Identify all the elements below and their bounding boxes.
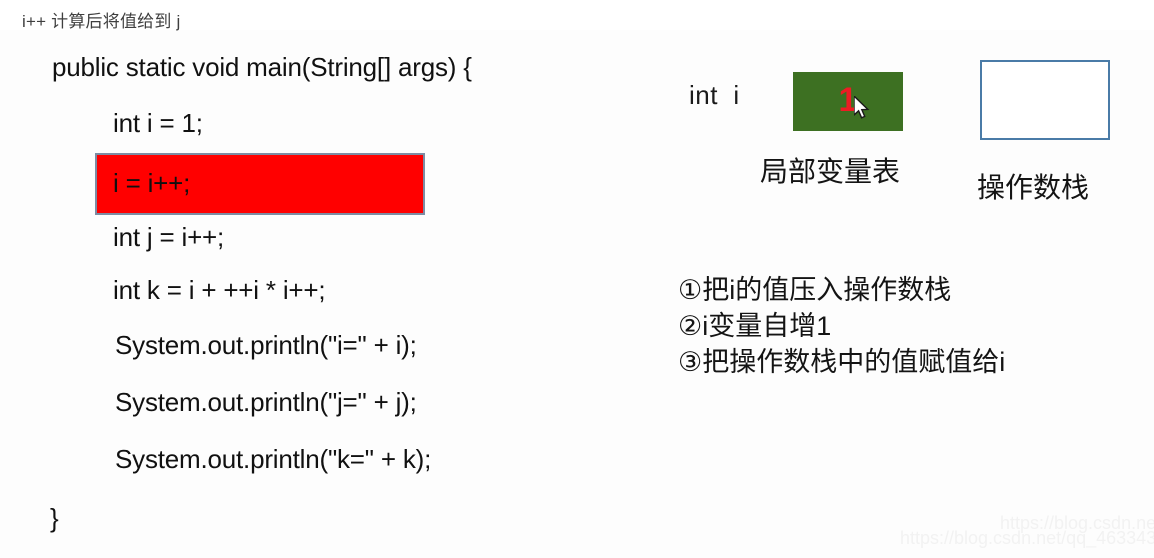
operand-stack-caption: 操作数栈 bbox=[977, 172, 1090, 203]
highlighted-statement-text: i = i++; bbox=[113, 168, 191, 198]
watermark-secondary: https://blog.csdn.net/qq_4 bbox=[1000, 513, 1154, 533]
code-line-print-j: System.out.println("j=" + j); bbox=[115, 387, 417, 417]
local-variable-table-caption: 局部变量表 bbox=[760, 156, 901, 187]
local-variable-value: 1 bbox=[838, 81, 858, 119]
code-line-print-i: System.out.println("i=" + i); bbox=[115, 330, 417, 360]
code-panel: public static void main(String[] args) {… bbox=[0, 0, 660, 558]
execution-steps-list: ①把i的值压入操作数栈 ②i变量自增1 ③把操作数栈中的值赋值给i bbox=[678, 272, 1005, 380]
code-line-signature: public static void main(String[] args) { bbox=[52, 52, 472, 82]
code-line-print-k: System.out.println("k=" + k); bbox=[115, 444, 432, 474]
code-line-declare-i: int i = 1; bbox=[113, 108, 203, 138]
code-line-declare-k: int k = i + ++i * i++; bbox=[113, 275, 326, 305]
memory-diagram-panel: int i 1 局部变量表 操作数栈 ①把i的值压入操作数栈 ②i变量自增1 ③… bbox=[660, 0, 1154, 558]
operand-stack-slot bbox=[980, 60, 1110, 140]
execution-step-1: ①把i的值压入操作数栈 bbox=[678, 275, 952, 305]
highlighted-statement-box[interactable]: i = i++; bbox=[95, 153, 425, 215]
execution-step-2: ②i变量自增1 bbox=[678, 311, 832, 341]
code-line-close-brace: } bbox=[50, 503, 59, 533]
variable-type-label: int i bbox=[689, 80, 740, 110]
mouse-cursor-icon bbox=[853, 94, 871, 121]
slide-canvas: i++ 计算后将值给到 j public static void main(St… bbox=[0, 0, 1154, 558]
local-variable-slot: 1 bbox=[793, 72, 903, 131]
code-line-declare-j: int j = i++; bbox=[113, 222, 225, 252]
execution-step-3: ③把操作数栈中的值赋值给i bbox=[678, 347, 1006, 377]
